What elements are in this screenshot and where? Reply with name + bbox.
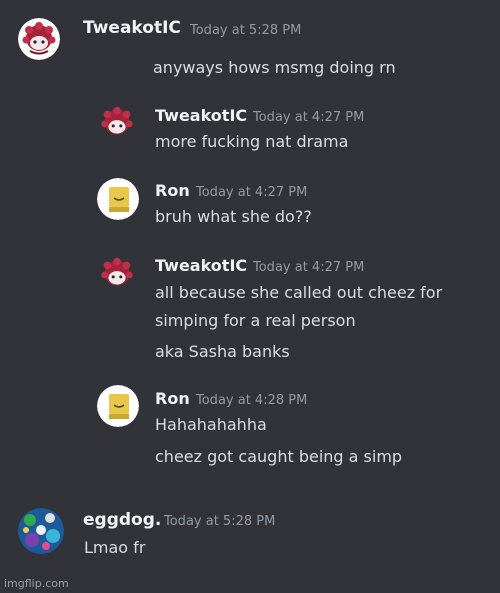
ron-avatar-icon[interactable] — [97, 385, 139, 427]
quoted-author[interactable]: TweakotIC — [155, 106, 247, 125]
quoted-text: all because she called out cheez for — [155, 283, 443, 302]
quoted-author[interactable]: Ron — [155, 181, 190, 200]
watermark: imgflip.com — [4, 577, 69, 590]
message-text: Lmao fr — [84, 538, 146, 557]
message-timestamp: Today at 5:28 PM — [164, 514, 276, 529]
quoted-timestamp: Today at 4:27 PM — [196, 185, 308, 200]
quoted-text: more fucking nat drama — [155, 132, 349, 151]
quoted-timestamp: Today at 4:28 PM — [196, 393, 308, 408]
tweakotic-avatar-icon[interactable] — [97, 254, 137, 294]
quoted-text: bruh what she do?? — [155, 207, 312, 226]
quoted-text: cheez got caught being a simp — [155, 447, 403, 466]
quoted-timestamp: Today at 4:27 PM — [253, 110, 365, 125]
message-timestamp: Today at 5:28 PM — [190, 23, 302, 38]
quoted-author[interactable]: TweakotIC — [155, 256, 247, 275]
quoted-timestamp: Today at 4:27 PM — [253, 260, 365, 275]
eggdog-avatar-icon[interactable] — [18, 508, 64, 554]
quoted-text: simping for a real person — [155, 311, 356, 330]
tweakotic-avatar-icon[interactable] — [18, 18, 60, 60]
tweakotic-avatar-icon[interactable] — [97, 103, 137, 143]
message-text: anyways hows msmg doing rn — [153, 58, 396, 77]
quoted-text: Hahahahahha — [155, 415, 267, 434]
quoted-text: aka Sasha banks — [155, 342, 290, 361]
ron-avatar-icon[interactable] — [97, 178, 139, 220]
quoted-author[interactable]: Ron — [155, 389, 190, 408]
message-author[interactable]: TweakotIC — [83, 18, 181, 38]
message-author[interactable]: eggdog. — [83, 510, 161, 530]
